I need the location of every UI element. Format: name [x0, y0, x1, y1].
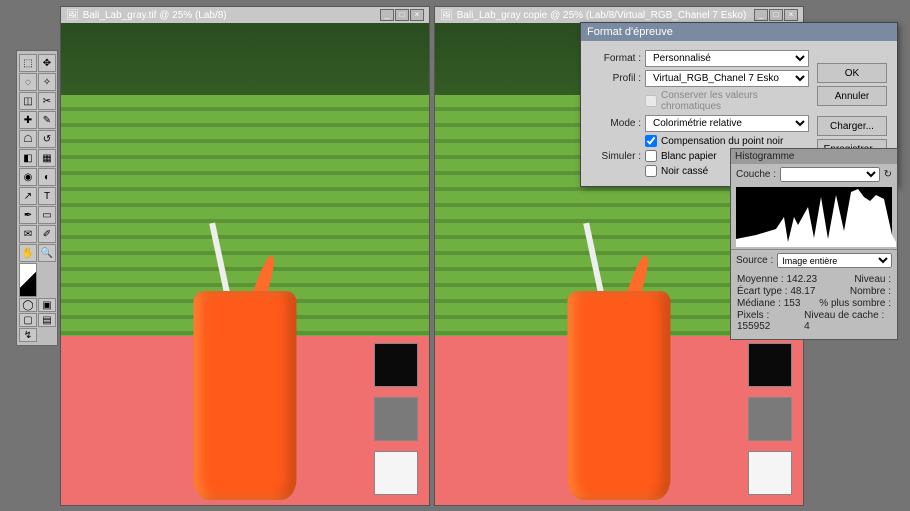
blanc-papier-checkbox[interactable] — [645, 150, 657, 162]
slice-tool[interactable]: ✂ — [38, 92, 56, 110]
annuler-button[interactable]: Annuler — [817, 86, 887, 106]
swatch-black — [748, 343, 792, 387]
conserve-checkbox[interactable] — [645, 95, 657, 107]
screen-mode[interactable]: ▣ — [38, 298, 56, 312]
marquee-tool[interactable]: ⬚ — [19, 54, 37, 72]
type-tool[interactable]: T — [38, 187, 56, 205]
swatch-white — [374, 451, 418, 495]
doc1-titlebar[interactable]: 🖼 Bali_Lab_gray.tif @ 25% (Lab/8) _ □ × — [61, 7, 429, 23]
mode-label: Mode : — [589, 118, 641, 129]
couche-label: Couche : — [736, 169, 776, 180]
doc1-canvas[interactable] — [61, 23, 429, 505]
source-select[interactable]: Image entière — [777, 253, 892, 268]
swatch-stack — [748, 343, 792, 495]
hand-tool[interactable]: ✋ — [19, 244, 37, 262]
maximize-icon[interactable]: □ — [395, 9, 409, 21]
screen-mode-2[interactable]: ▢ — [19, 313, 37, 327]
simuler-label: Simuler : — [589, 151, 641, 162]
close-icon[interactable]: × — [410, 9, 424, 21]
crop-tool[interactable]: ◫ — [19, 92, 37, 110]
move-tool[interactable]: ✥ — [38, 54, 56, 72]
screen-mode-3[interactable]: ▤ — [38, 313, 56, 327]
color-swatch[interactable] — [19, 263, 37, 297]
blanc-papier-label: Blanc papier — [661, 151, 717, 162]
ok-button[interactable]: OK — [817, 63, 887, 83]
profil-select[interactable]: Virtual_RGB_Chanel 7 Esko — [645, 70, 809, 87]
mode-select[interactable]: Colorimétrie relative — [645, 115, 809, 132]
conserve-label: Conserver les valeurs chromatiques — [661, 90, 809, 112]
compensation-checkbox[interactable] — [645, 135, 657, 147]
format-select[interactable]: Personnalisé — [645, 50, 809, 67]
format-label: Format : — [589, 53, 641, 64]
swatch-black — [374, 343, 418, 387]
eraser-tool[interactable]: ◧ — [19, 149, 37, 167]
zoom-tool[interactable]: 🔍 — [38, 244, 56, 262]
swatch-white — [748, 451, 792, 495]
gradient-tool[interactable]: ▦ — [38, 149, 56, 167]
dialog-title[interactable]: Format d'épreuve — [581, 23, 897, 41]
minimize-icon[interactable]: _ — [754, 9, 768, 21]
path-tool[interactable]: ↗ — [19, 187, 37, 205]
brush-tool[interactable]: ✎ — [38, 111, 56, 129]
refresh-icon[interactable]: ↻ — [884, 169, 892, 180]
notes-tool[interactable]: ✉ — [19, 225, 37, 243]
shape-tool[interactable]: ▭ — [38, 206, 56, 224]
histogram-graph — [736, 187, 892, 247]
doc2-title-text: Bali_Lab_gray copie @ 25% (Lab/8/Virtual… — [457, 10, 747, 21]
couche-select[interactable] — [780, 167, 880, 182]
close-icon[interactable]: × — [784, 9, 798, 21]
wand-tool[interactable]: ✧ — [38, 73, 56, 91]
pen-tool[interactable]: ✒ — [19, 206, 37, 224]
image-ready[interactable]: ↯ — [19, 328, 37, 342]
histogram-stats: Moyenne : 142.23Niveau : Écart type : 48… — [731, 271, 897, 339]
blur-tool[interactable]: ◉ — [19, 168, 37, 186]
swatch-stack — [374, 343, 418, 495]
noir-casse-checkbox[interactable] — [645, 165, 657, 177]
swatch-gray — [374, 397, 418, 441]
compensation-label: Compensation du point noir — [661, 136, 783, 147]
noir-label: Noir cassé — [661, 166, 708, 177]
doc2-titlebar[interactable]: 🖼 Bali_Lab_gray copie @ 25% (Lab/8/Virtu… — [435, 7, 803, 23]
stamp-tool[interactable]: ☖ — [19, 130, 37, 148]
doc-icon: 🖼 — [66, 10, 79, 21]
doc-icon: 🖼 — [440, 10, 453, 21]
dodge-tool[interactable]: ◐ — [38, 168, 56, 186]
history-brush[interactable]: ↺ — [38, 130, 56, 148]
eyedropper-tool[interactable]: ✐ — [38, 225, 56, 243]
swatch-gray — [748, 397, 792, 441]
maximize-icon[interactable]: □ — [769, 9, 783, 21]
minimize-icon[interactable]: _ — [380, 9, 394, 21]
histogram-panel: Histogramme Couche : ↻ Source : Image en… — [730, 148, 898, 340]
profil-label: Profil : — [589, 73, 641, 84]
toolbox: ⬚ ✥ ◌ ✧ ◫ ✂ ✚ ✎ ☖ ↺ ◧ ▦ ◉ ◐ ↗ T ✒ ▭ ✉ ✐ … — [16, 50, 58, 346]
doc1-title-text: Bali_Lab_gray.tif @ 25% (Lab/8) — [83, 10, 227, 21]
source-label: Source : — [736, 255, 773, 266]
heal-tool[interactable]: ✚ — [19, 111, 37, 129]
document-window-1: 🖼 Bali_Lab_gray.tif @ 25% (Lab/8) _ □ × — [60, 6, 430, 506]
charger-button[interactable]: Charger... — [817, 116, 887, 136]
mask-mode[interactable]: ◯ — [19, 298, 37, 312]
lasso-tool[interactable]: ◌ — [19, 73, 37, 91]
panel-title[interactable]: Histogramme — [731, 149, 897, 164]
